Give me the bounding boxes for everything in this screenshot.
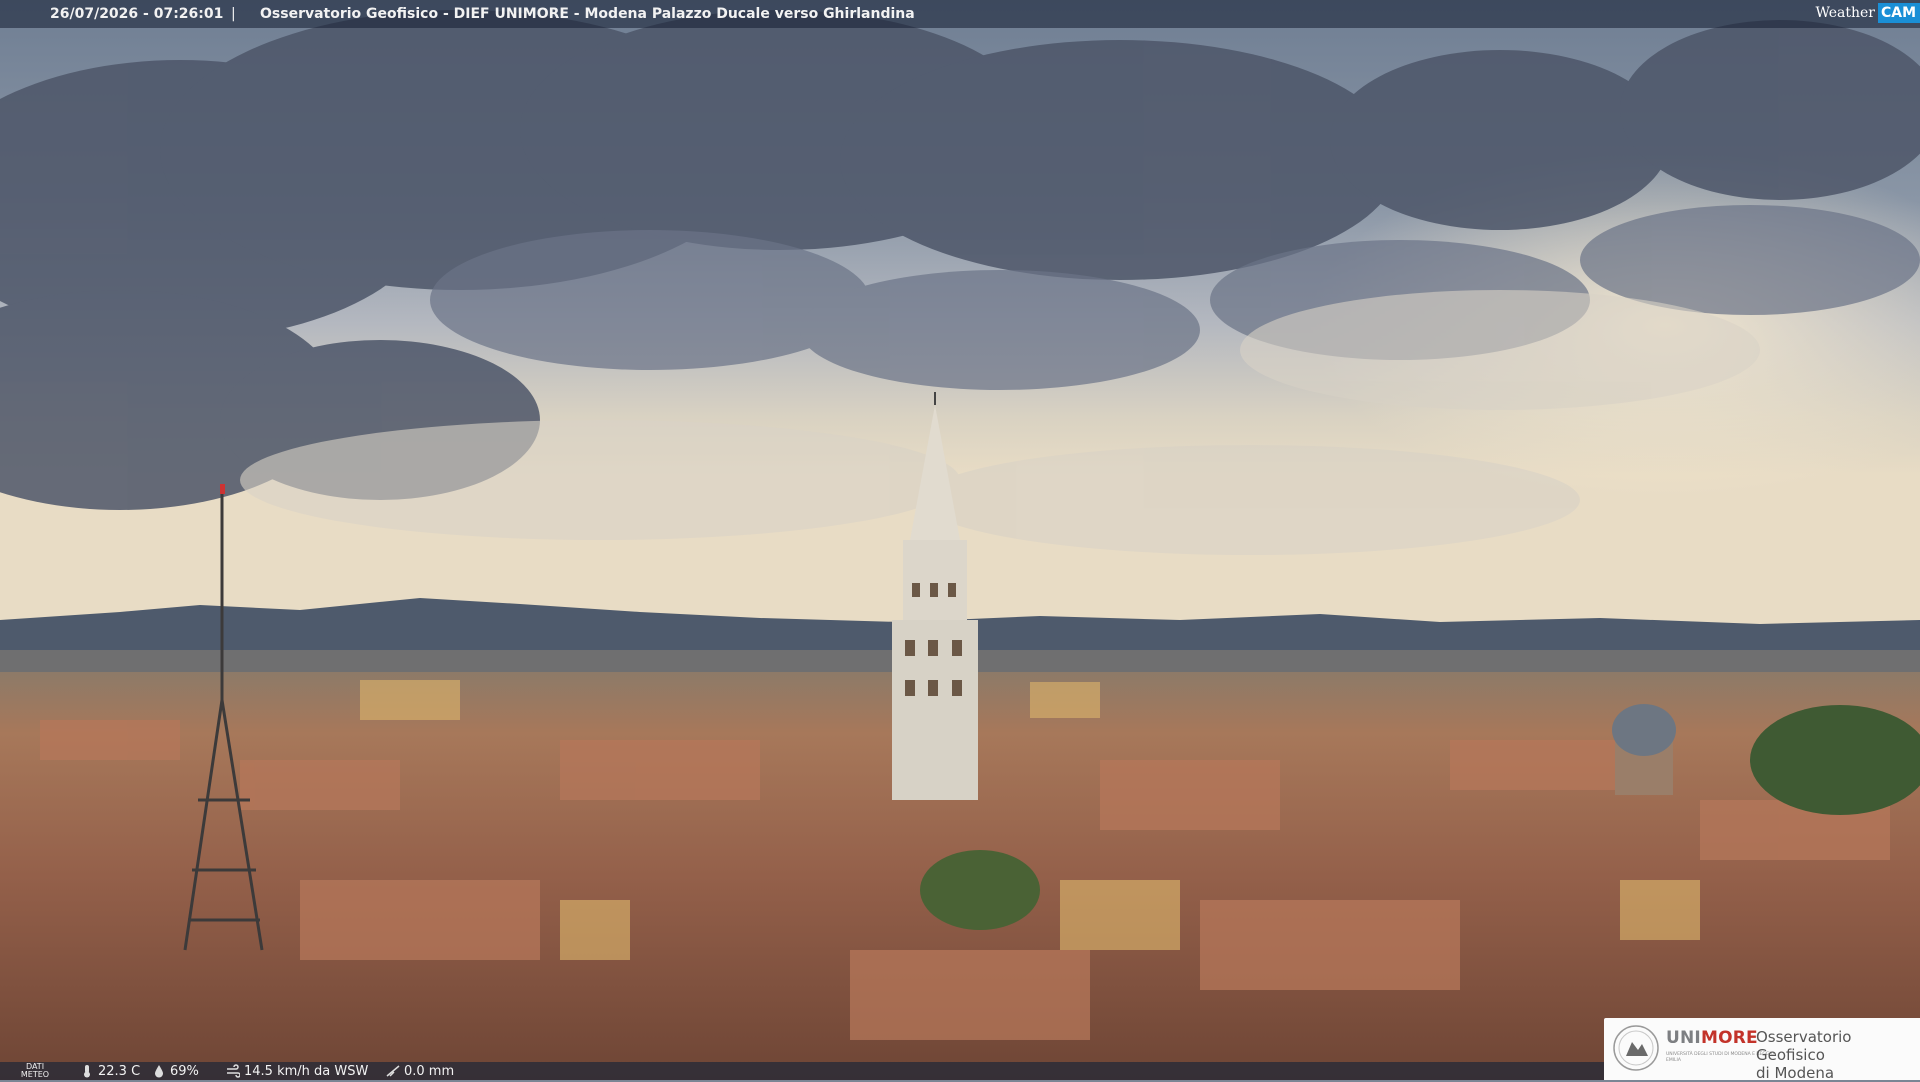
camera-title: Osservatorio Geofisico - DIEF UNIMORE - … bbox=[260, 6, 915, 22]
wind-value: 14.5 km/h da WSW bbox=[244, 1063, 369, 1079]
timestamp: 26/07/2026 - 07:26:01 bbox=[50, 6, 224, 22]
humidity-reading: 69% bbox=[152, 1062, 199, 1080]
rain-icon bbox=[386, 1065, 400, 1077]
header-separator: | bbox=[231, 6, 236, 22]
wind-icon bbox=[227, 1064, 240, 1078]
humidity-drop-icon bbox=[155, 1065, 163, 1078]
university-seal-icon bbox=[1613, 1025, 1659, 1071]
thermometer-icon bbox=[84, 1065, 90, 1078]
temperature-value: 22.3 C bbox=[98, 1063, 141, 1079]
brand-weather: Weather bbox=[1815, 5, 1875, 21]
temperature-reading: 22.3 C bbox=[80, 1062, 140, 1080]
rain-reading: 0.0 mm bbox=[386, 1062, 454, 1080]
rain-value: 0.0 mm bbox=[404, 1063, 455, 1079]
weathercam-brand: Weather CAM bbox=[1812, 0, 1920, 26]
brand-cam: CAM bbox=[1877, 3, 1920, 23]
camera-header-bar: 26/07/2026 - 07:26:01 | Osservatorio Geo… bbox=[0, 0, 1920, 28]
unimore-wordmark: UNIMORE bbox=[1666, 1028, 1758, 1048]
weather-data-bar: DATI METEO 22.3 C 69% 14.5 km/h da WSW 0… bbox=[0, 1062, 1605, 1080]
observatory-name: Osservatorio Geofisico di Modena bbox=[1756, 1028, 1852, 1082]
webcam-scene bbox=[0, 0, 1920, 1080]
wind-reading: 14.5 km/h da WSW bbox=[226, 1062, 368, 1080]
humidity-value: 69% bbox=[170, 1063, 199, 1079]
weather-data-label: DATI METEO bbox=[20, 1062, 50, 1079]
dome bbox=[1612, 704, 1676, 795]
unimore-logo: UNIMORE UNIVERSITÀ DEGLI STUDI DI MODENA… bbox=[1604, 1018, 1920, 1082]
